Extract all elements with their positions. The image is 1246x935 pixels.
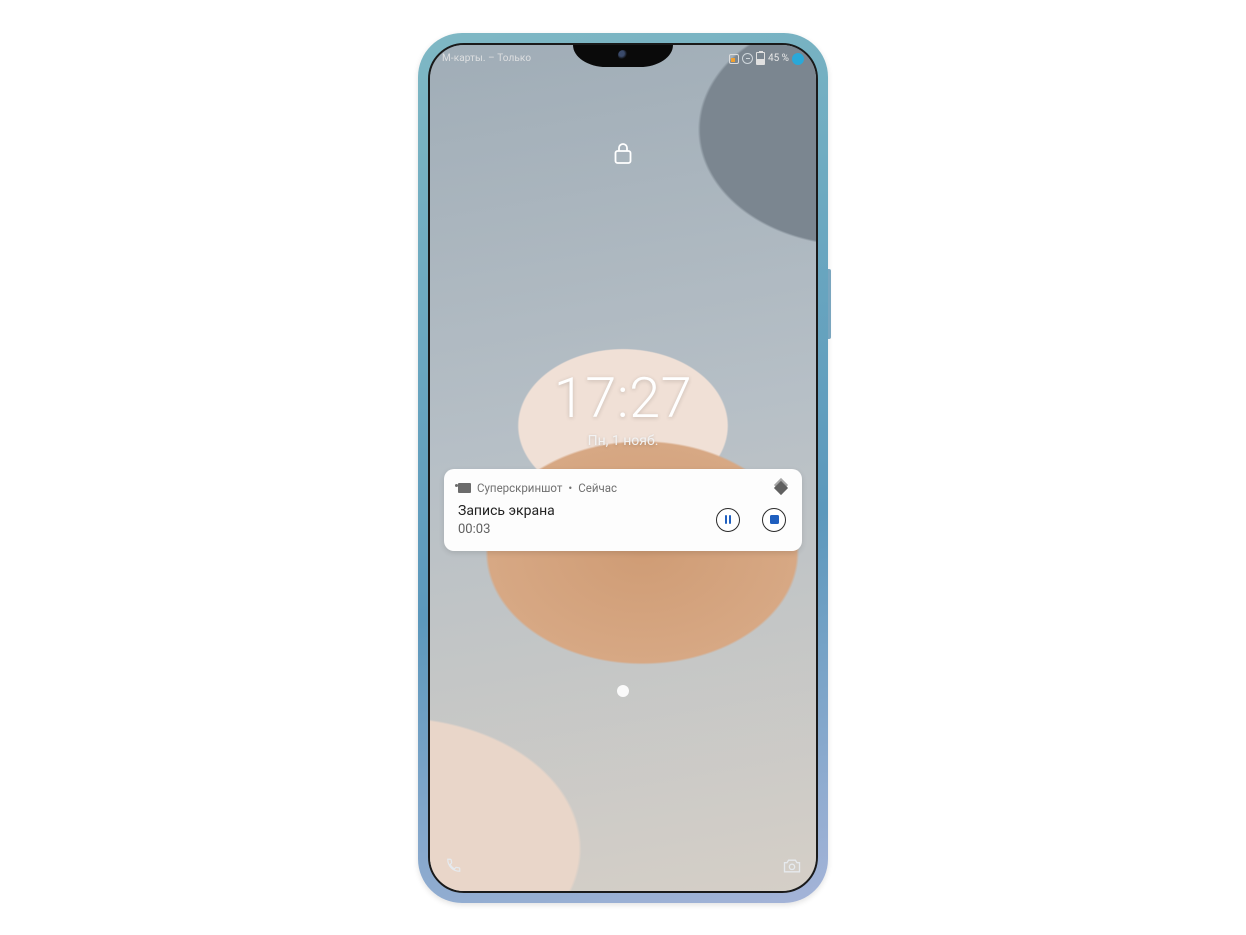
notification-time-label: Сейчас <box>578 481 617 495</box>
battery-icon <box>756 52 765 65</box>
status-carrier-text: М-карты. – Только <box>442 53 531 64</box>
stop-recording-button[interactable] <box>762 508 786 532</box>
sim-icon <box>729 54 739 64</box>
clock-time: 17:27 <box>430 365 816 431</box>
screen-recording-notification[interactable]: Суперскриншот • Сейчас Запись экрана 00:… <box>444 469 802 552</box>
status-right-cluster: 45 % <box>729 52 804 65</box>
lockscreen-clock: 17:27 Пн, 1 нояб. <box>430 365 816 449</box>
lock-icon <box>613 141 633 169</box>
notification-header: Суперскриншот • Сейчас <box>458 481 788 495</box>
phone-frame: М-карты. – Только 45 % 17:27 Пн, 1 нояб. <box>418 33 828 903</box>
notification-separator: • <box>568 481 572 495</box>
battery-percent: 45 % <box>768 53 789 64</box>
pause-recording-button[interactable] <box>716 508 740 532</box>
notification-elapsed: 00:03 <box>458 522 716 537</box>
phone-screen: М-карты. – Только 45 % 17:27 Пн, 1 нояб. <box>428 43 818 893</box>
wallpaper <box>430 45 816 891</box>
pause-icon <box>725 515 732 524</box>
clock-status-icon <box>742 53 753 64</box>
stop-icon <box>770 515 779 524</box>
notification-app-name: Суперскриншот <box>477 481 562 495</box>
video-camera-icon <box>458 483 471 493</box>
status-bubble-icon <box>792 53 804 65</box>
stacked-notifications-icon[interactable] <box>774 481 788 495</box>
phone-shortcut[interactable] <box>444 857 462 879</box>
home-indicator-dot[interactable] <box>617 685 629 697</box>
notification-title: Запись экрана <box>458 503 716 521</box>
clock-date: Пн, 1 нояб. <box>430 433 816 449</box>
camera-shortcut[interactable] <box>782 857 802 879</box>
